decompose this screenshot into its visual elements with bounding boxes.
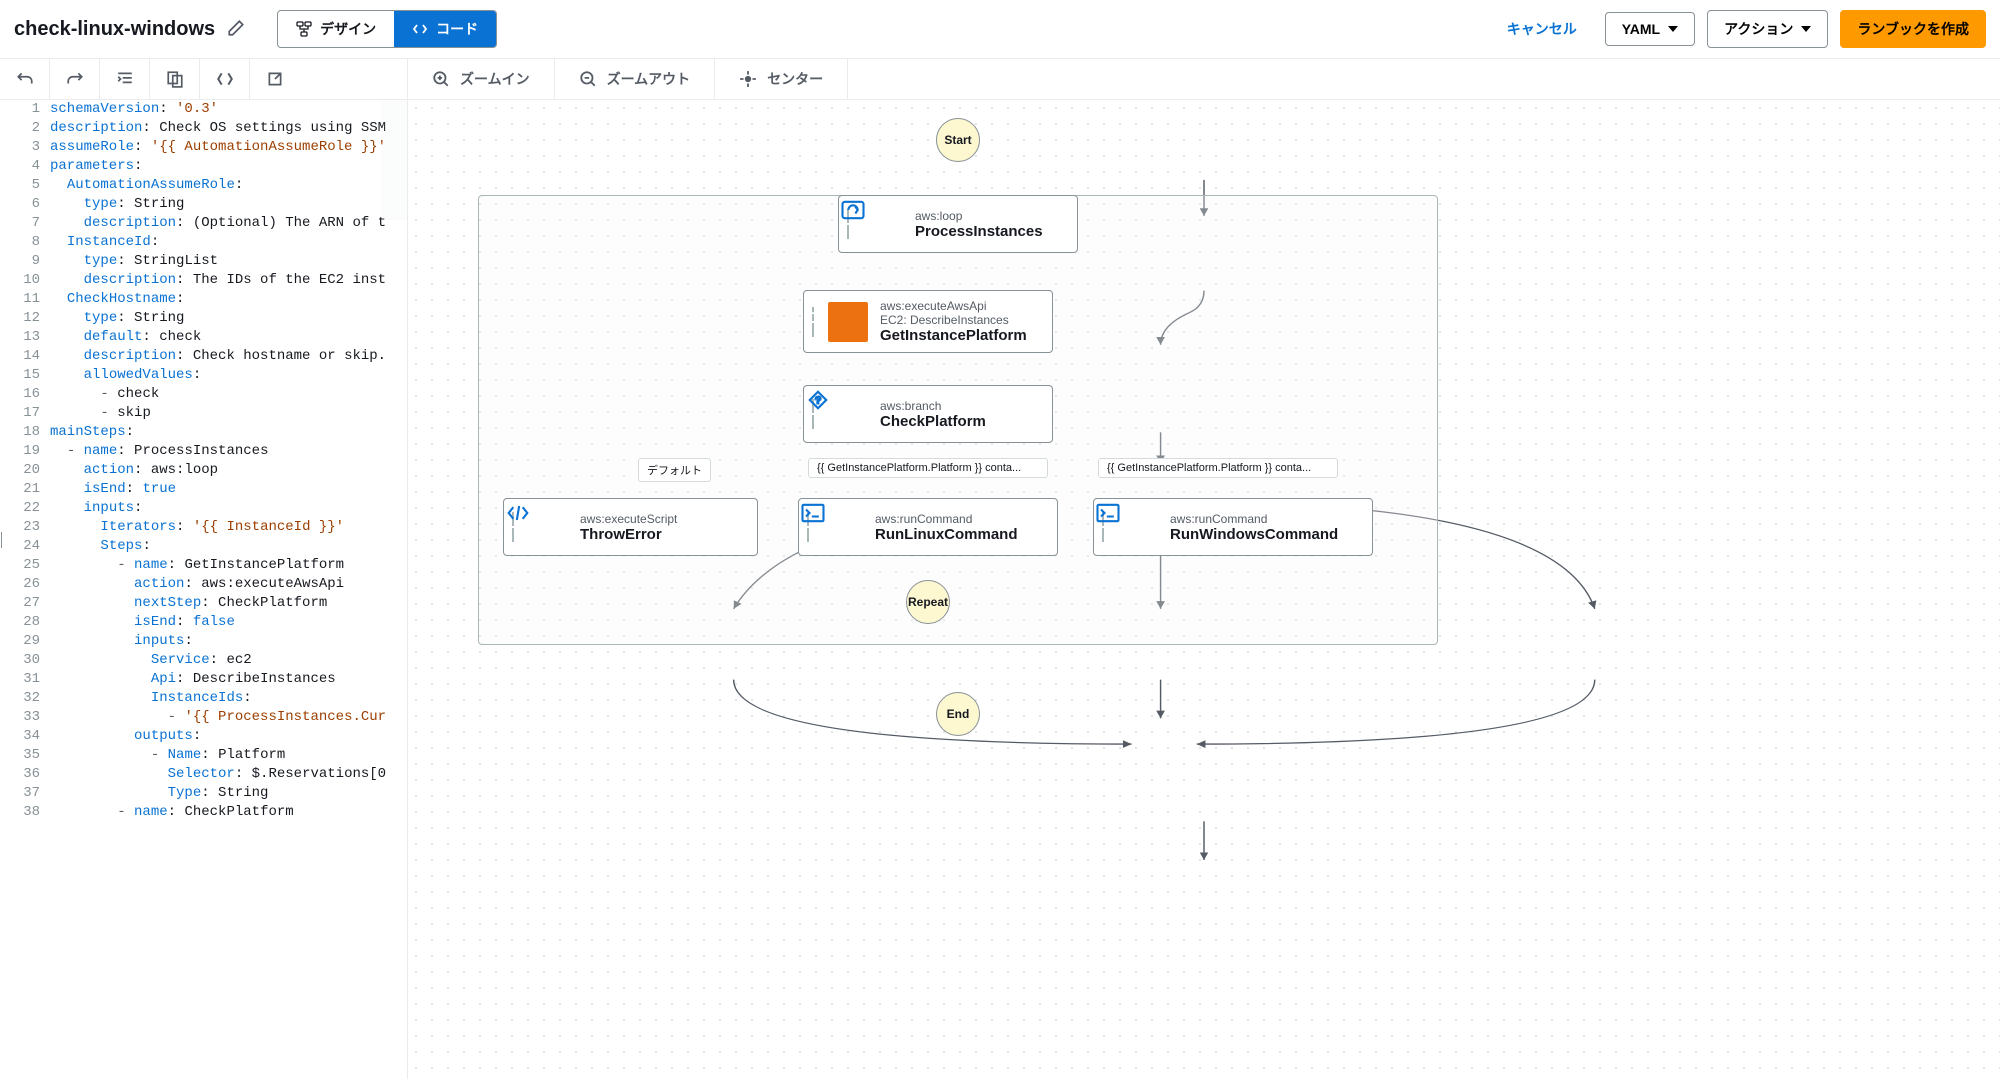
drag-handle-icon[interactable] [1100, 512, 1106, 542]
popout-button[interactable] [250, 59, 300, 99]
design-icon [296, 21, 312, 37]
cancel-button[interactable]: キャンセル [1491, 11, 1593, 47]
header: check-linux-windows デザイン コード キャンセル YAML … [0, 0, 2000, 59]
tab-design[interactable]: デザイン [278, 11, 394, 47]
zoom-out-button[interactable]: ズームアウト [555, 59, 716, 99]
branch-icon: ? [828, 394, 868, 434]
node-check-platform[interactable]: ? aws:branch CheckPlatform [803, 385, 1053, 443]
start-node[interactable]: Start [936, 118, 980, 162]
drag-handle-icon[interactable] [805, 512, 811, 542]
tab-code[interactable]: コード [394, 11, 496, 47]
node-sub: aws:runCommand [1170, 512, 1338, 526]
aws-api-icon [828, 302, 868, 342]
node-title: ProcessInstances [915, 223, 1043, 240]
node-title: GetInstancePlatform [880, 327, 1027, 344]
node-title: RunLinuxCommand [875, 526, 1018, 543]
node-title: ThrowError [580, 526, 677, 543]
zoom-in-icon [432, 70, 450, 88]
create-runbook-button[interactable]: ランブックを作成 [1840, 10, 1986, 48]
undo-button[interactable] [0, 59, 50, 99]
canvas-toolbar: ズームイン ズームアウト センター [408, 59, 2000, 100]
edit-title-icon[interactable] [227, 19, 245, 40]
caret-down-icon [1801, 26, 1811, 32]
drag-handle-icon[interactable] [510, 512, 516, 542]
edge-label-cond1: {{ GetInstancePlatform.Platform }} conta… [808, 458, 1048, 478]
node-title: RunWindowsCommand [1170, 526, 1338, 543]
caret-down-icon [1668, 26, 1678, 32]
indent-button[interactable] [100, 59, 150, 99]
canvas-panel: ズームイン ズームアウト センター [408, 59, 2000, 1079]
code-icon [412, 21, 428, 37]
node-sub: aws:branch [880, 399, 986, 413]
resize-handle[interactable] [0, 520, 5, 560]
code-editor[interactable]: 1234567891011121314151617181920212223242… [0, 100, 407, 1079]
end-node[interactable]: End [936, 692, 980, 736]
center-button[interactable]: センター [715, 59, 848, 99]
main: 1234567891011121314151617181920212223242… [0, 59, 2000, 1079]
flow-canvas[interactable]: Start aws:loop ProcessInstances aws:exec… [408, 100, 2000, 1079]
code-toolbar [0, 59, 407, 100]
edge-label-default: デフォルト [638, 458, 711, 482]
script-icon [528, 507, 568, 547]
brackets-button[interactable] [200, 59, 250, 99]
copy-button[interactable] [150, 59, 200, 99]
minimap[interactable] [381, 100, 407, 220]
view-tabs: デザイン コード [277, 10, 497, 48]
node-process-instances[interactable]: aws:loop ProcessInstances [838, 195, 1078, 253]
redo-button[interactable] [50, 59, 100, 99]
zoom-in-button[interactable]: ズームイン [408, 59, 555, 99]
node-sub2: EC2: DescribeInstances [880, 313, 1027, 327]
zoom-out-icon [579, 70, 597, 88]
drag-handle-icon[interactable] [810, 307, 816, 337]
loop-icon [863, 204, 903, 244]
run-command-icon [1118, 507, 1158, 547]
node-sub: aws:loop [915, 209, 1043, 223]
center-icon [739, 70, 757, 88]
format-select[interactable]: YAML [1605, 12, 1695, 46]
node-sub: aws:executeAwsApi [880, 299, 1027, 313]
drag-handle-icon[interactable] [810, 399, 816, 429]
node-sub: aws:runCommand [875, 512, 1018, 526]
run-command-icon [823, 507, 863, 547]
node-run-windows-command[interactable]: aws:runCommand RunWindowsCommand [1093, 498, 1373, 556]
node-sub: aws:executeScript [580, 512, 677, 526]
drag-handle-icon[interactable] [845, 209, 851, 239]
runbook-title: check-linux-windows [14, 18, 215, 41]
node-title: CheckPlatform [880, 413, 986, 430]
edge-label-cond2: {{ GetInstancePlatform.Platform }} conta… [1098, 458, 1338, 478]
repeat-node[interactable]: Repeat [906, 580, 950, 624]
actions-button[interactable]: アクション [1707, 10, 1828, 48]
node-throw-error[interactable]: aws:executeScript ThrowError [503, 498, 758, 556]
node-run-linux-command[interactable]: aws:runCommand RunLinuxCommand [798, 498, 1058, 556]
node-get-instance-platform[interactable]: aws:executeAwsApi EC2: DescribeInstances… [803, 290, 1053, 353]
code-panel: 1234567891011121314151617181920212223242… [0, 59, 408, 1079]
